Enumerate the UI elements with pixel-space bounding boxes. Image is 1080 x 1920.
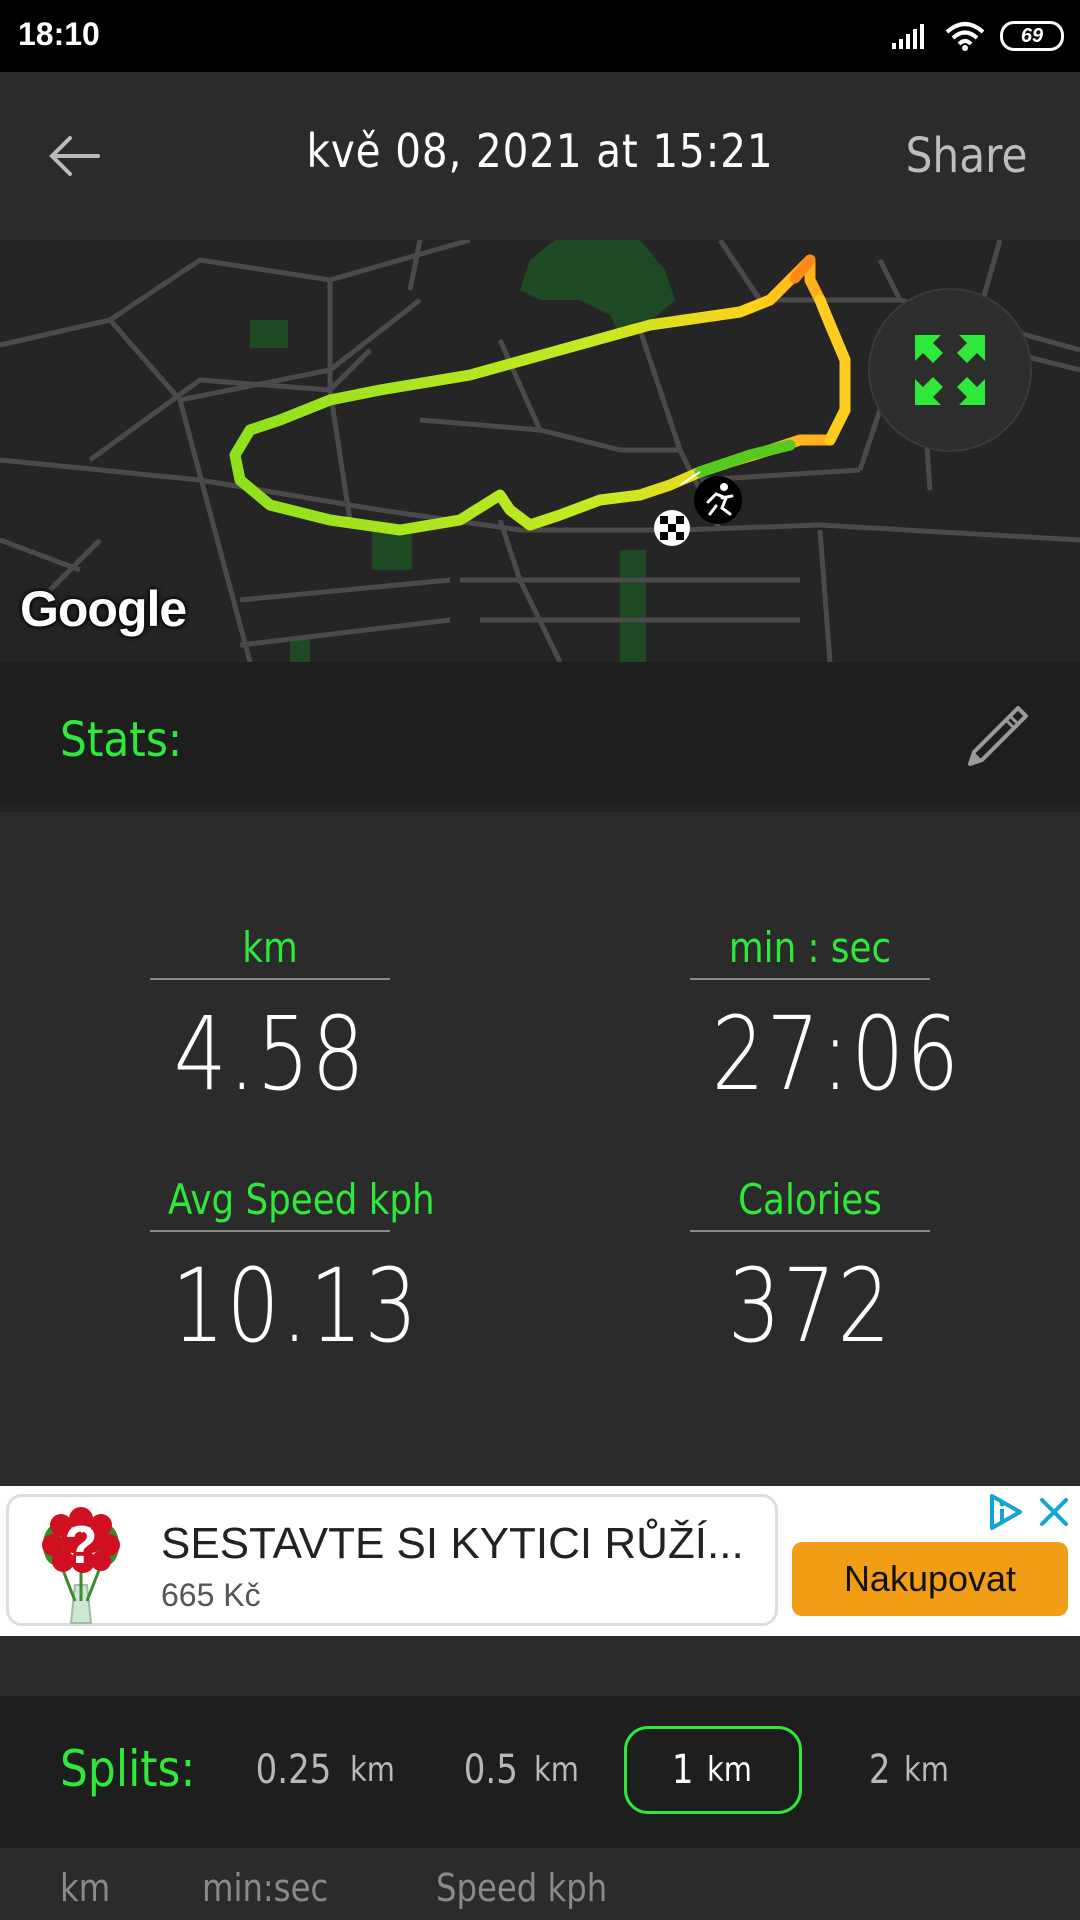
stat-label: Calories	[738, 1175, 882, 1224]
stat-label: km	[242, 923, 298, 972]
split-unit: km	[534, 1750, 580, 1790]
stat-label: Avg Speed kph	[168, 1175, 435, 1224]
ad-banner[interactable]: ? SESTAVTE SI KYTICI RŮŽÍ... 665 Kč Naku…	[0, 1486, 1080, 1636]
split-unit: km	[350, 1750, 395, 1790]
split-option-0-5km[interactable]: 0.5 km	[446, 1726, 596, 1814]
split-unit: km	[707, 1750, 753, 1790]
close-icon[interactable]	[1034, 1492, 1074, 1532]
split-value: 1	[671, 1747, 694, 1793]
status-bar: 18:10 69	[0, 0, 1080, 72]
column-min-sec: min:sec	[202, 1866, 329, 1910]
ad-card[interactable]: ? SESTAVTE SI KYTICI RŮŽÍ... 665 Kč	[6, 1494, 778, 1626]
stats-header: Stats:	[0, 662, 1080, 812]
stat-value: 27:06	[711, 995, 961, 1114]
edit-button[interactable]	[960, 702, 1030, 772]
top-app-bar: kvě 08, 2021 at 15:21 Share	[0, 72, 1080, 240]
stat-label: min : sec	[728, 923, 892, 972]
stat-value: 372	[727, 1247, 893, 1366]
split-option-2km[interactable]: 2 km	[840, 1726, 980, 1814]
splits-table-header: km min:sec Speed kph	[0, 1848, 1080, 1920]
column-speed: Speed kph	[436, 1866, 608, 1910]
stat-avg-speed: Avg Speed kph 10.13	[150, 1170, 435, 1382]
svg-text:?: ?	[65, 1515, 98, 1575]
battery-icon: 69	[1000, 21, 1064, 51]
split-option-1km[interactable]: 1 km	[624, 1726, 802, 1814]
split-value: 0.5	[463, 1747, 518, 1793]
share-button[interactable]: Share	[906, 128, 1028, 184]
signal-icon	[892, 24, 924, 49]
expand-map-button[interactable]	[868, 288, 1032, 452]
splits-header: Splits: 0.25 km 0.5 km 1 km 2 km	[0, 1696, 1080, 1848]
route-map[interactable]: Google	[0, 240, 1080, 662]
wifi-icon	[945, 22, 985, 51]
split-option-0-25km[interactable]: 0.25 km	[244, 1726, 404, 1814]
split-value: 2	[868, 1747, 891, 1793]
stat-calories: Calories 372	[690, 1170, 930, 1382]
split-value: 0.25	[255, 1747, 332, 1793]
split-unit: km	[904, 1750, 950, 1790]
ad-price: 665 Kč	[161, 1577, 261, 1613]
status-icons: 69	[890, 18, 1064, 54]
status-time: 18:10	[18, 16, 100, 52]
activity-title: kvě 08, 2021 at 15:21	[306, 124, 774, 178]
fullscreen-icon	[915, 335, 985, 405]
stat-value: 4.58	[173, 995, 367, 1114]
ad-title: SESTAVTE SI KYTICI RŮŽÍ...	[161, 1519, 744, 1568]
finish-flag-icon	[654, 510, 690, 546]
column-km: km	[60, 1866, 111, 1910]
google-attribution: Google	[20, 581, 187, 637]
stat-distance: km 4.58	[150, 918, 390, 1130]
splits-heading: Splits:	[60, 1740, 196, 1798]
stats-heading: Stats:	[60, 712, 183, 768]
stat-duration: min : sec 27:06	[690, 918, 961, 1130]
stat-value: 10.13	[171, 1247, 420, 1366]
rose-bouquet-image: ?	[42, 1507, 120, 1624]
pencil-icon	[968, 706, 1028, 766]
ad-cta-button[interactable]: Nakupovat	[792, 1542, 1068, 1616]
ad-choices-icon[interactable]	[986, 1492, 1026, 1532]
runner-icon	[694, 476, 742, 524]
